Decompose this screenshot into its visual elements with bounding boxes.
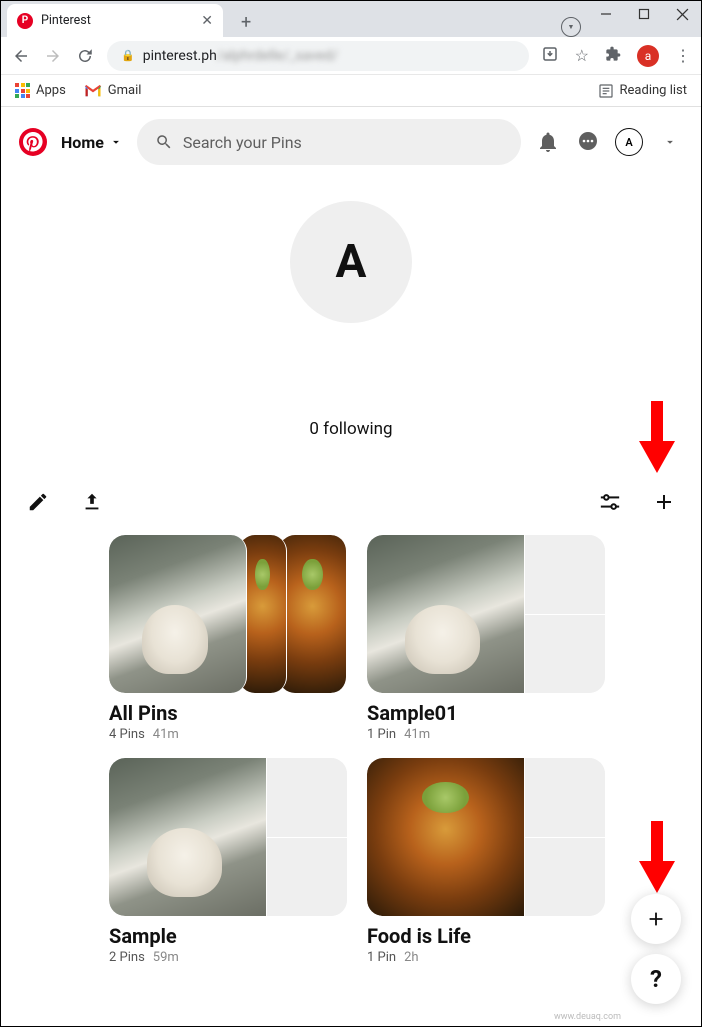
- browser-tab[interactable]: P Pinterest ✕: [7, 4, 223, 37]
- close-button[interactable]: [675, 7, 689, 21]
- board-sample[interactable]: Sample 2 Pins59m: [109, 758, 347, 965]
- fab-add-button[interactable]: [631, 894, 681, 944]
- home-button[interactable]: Home: [61, 133, 123, 152]
- share-button[interactable]: [79, 489, 105, 515]
- profile-button[interactable]: A: [615, 128, 643, 156]
- watermark: www.deuaq.com: [554, 1012, 621, 1022]
- chevron-down-icon: [663, 135, 677, 149]
- board-title: All Pins: [109, 701, 347, 725]
- bookmarks-bar: Apps Gmail Reading list: [1, 75, 701, 107]
- url-text: pinterest.ph/alphrdelle/_saved/: [143, 48, 338, 64]
- pinterest-logo[interactable]: [19, 128, 47, 156]
- gmail-icon: [84, 84, 102, 98]
- bookmark-star-icon[interactable]: ☆: [575, 46, 589, 65]
- fab-help-button[interactable]: ?: [631, 954, 681, 1004]
- board-title: Sample01: [367, 701, 605, 725]
- new-tab-button[interactable]: +: [233, 8, 259, 37]
- sliders-icon: [599, 491, 621, 513]
- lock-icon: 🔒: [121, 49, 135, 62]
- search-placeholder: Search your Pins: [183, 133, 302, 152]
- plus-icon: [645, 908, 667, 930]
- bookmark-apps[interactable]: Apps: [15, 83, 66, 98]
- bell-icon: [536, 130, 560, 154]
- board-food-is-life[interactable]: Food is Life 1 Pin2h: [367, 758, 605, 965]
- boards-grid: All Pins 4 Pins41m Sample01 1 Pin41m Sam…: [1, 535, 701, 965]
- board-meta: 2 Pins59m: [109, 950, 347, 965]
- board-thumbnail: [279, 535, 347, 693]
- tabstrip: P Pinterest ✕ +: [1, 1, 701, 37]
- board-sample01[interactable]: Sample01 1 Pin41m: [367, 535, 605, 742]
- account-menu-button[interactable]: [657, 129, 683, 155]
- tab-title: Pinterest: [41, 13, 193, 28]
- upload-icon: [81, 491, 103, 513]
- notifications-button[interactable]: [535, 129, 561, 155]
- reading-list-icon: [598, 83, 614, 99]
- board-all-pins[interactable]: All Pins 4 Pins41m: [109, 535, 347, 742]
- board-meta: 4 Pins41m: [109, 727, 347, 742]
- annotation-arrow-1: [637, 401, 677, 479]
- browser-toolbar: 🔒 pinterest.ph/alphrdelle/_saved/ ☆ a ⋮: [1, 37, 701, 75]
- browser-chrome: P Pinterest ✕ + 🔒 pinterest.ph/alphrdell…: [1, 1, 701, 107]
- browser-profile-chip[interactable]: [561, 17, 581, 37]
- browser-avatar[interactable]: a: [637, 45, 659, 67]
- address-bar[interactable]: 🔒 pinterest.ph/alphrdelle/_saved/: [107, 41, 529, 71]
- reading-list[interactable]: Reading list: [598, 83, 687, 99]
- forward-button[interactable]: [43, 47, 63, 65]
- pinterest-header: Home Search your Pins A: [1, 107, 701, 177]
- edit-button[interactable]: [25, 489, 51, 515]
- plus-icon: [652, 490, 676, 514]
- board-meta: 1 Pin41m: [367, 727, 605, 742]
- speech-bubble-icon: [576, 130, 600, 154]
- board-thumbnail: [109, 758, 267, 916]
- pencil-icon: [27, 491, 49, 513]
- profile-section: A 0 following: [1, 177, 701, 449]
- board-meta: 1 Pin2h: [367, 950, 605, 965]
- maximize-button[interactable]: [637, 7, 651, 21]
- back-button[interactable]: [11, 47, 31, 65]
- window-controls: [599, 7, 689, 21]
- search-icon: [155, 133, 173, 151]
- chevron-down-icon: [109, 135, 123, 149]
- annotation-arrow-2: [637, 821, 677, 899]
- board-title: Food is Life: [367, 924, 605, 948]
- sort-button[interactable]: [597, 489, 623, 515]
- minimize-button[interactable]: [599, 7, 613, 21]
- browser-menu-icon[interactable]: ⋮: [675, 46, 691, 65]
- extensions-icon[interactable]: [605, 46, 621, 66]
- reload-button[interactable]: [75, 47, 95, 65]
- profile-avatar[interactable]: A: [290, 201, 412, 323]
- board-thumbnail: [109, 535, 247, 693]
- bookmark-gmail[interactable]: Gmail: [84, 83, 142, 98]
- profile-actions: [1, 449, 701, 535]
- create-button[interactable]: [651, 489, 677, 515]
- pinterest-favicon: P: [17, 13, 33, 29]
- apps-grid-icon: [15, 83, 30, 98]
- install-icon[interactable]: [541, 45, 559, 67]
- tab-close-icon[interactable]: ✕: [201, 13, 213, 29]
- search-bar[interactable]: Search your Pins: [137, 119, 521, 165]
- following-count[interactable]: 0 following: [1, 419, 701, 439]
- board-thumbnail: [367, 758, 525, 916]
- board-thumbnail: [367, 535, 525, 693]
- messages-button[interactable]: [575, 129, 601, 155]
- board-title: Sample: [109, 924, 347, 948]
